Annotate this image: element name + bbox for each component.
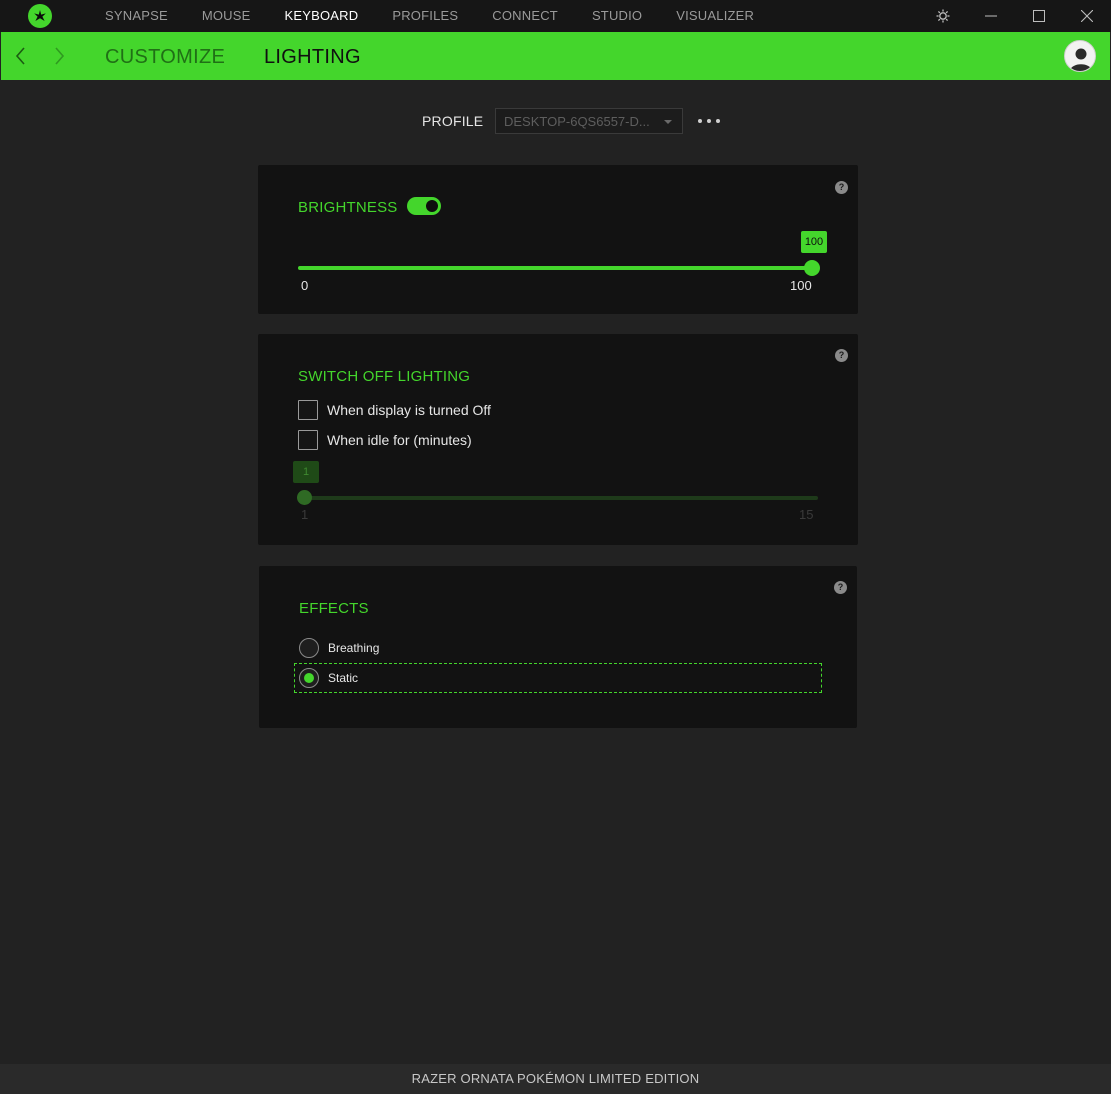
nav-mouse[interactable]: MOUSE (185, 0, 268, 32)
device-name-footer: RAZER ORNATA POKÉMON LIMITED EDITION (0, 1064, 1111, 1094)
settings-gear-icon[interactable] (919, 0, 967, 32)
profile-dropdown-value: DESKTOP-6QS6557-D... (504, 114, 650, 129)
idle-slider-thumb[interactable] (297, 490, 312, 505)
chevron-down-icon (664, 120, 672, 124)
breathing-label: Breathing (328, 641, 380, 655)
nav-studio[interactable]: STUDIO (575, 0, 659, 32)
sub-header: CUSTOMIZE LIGHTING (1, 32, 1110, 80)
display-off-checkbox-row[interactable]: When display is turned Off (298, 400, 491, 420)
more-options-icon[interactable] (698, 112, 720, 130)
effect-option-breathing[interactable]: Breathing (299, 634, 819, 662)
forward-arrow-icon[interactable] (47, 44, 71, 68)
help-icon[interactable]: ? (834, 581, 847, 594)
nav-profiles[interactable]: PROFILES (375, 0, 475, 32)
tab-customize[interactable]: CUSTOMIZE (105, 32, 225, 80)
top-nav: SYNAPSE MOUSE KEYBOARD PROFILES CONNECT … (88, 0, 771, 32)
brightness-value-tooltip: 100 (801, 231, 827, 253)
help-icon[interactable]: ? (835, 349, 848, 362)
static-radio[interactable] (299, 668, 319, 688)
idle-checkbox[interactable] (298, 430, 318, 450)
nav-keyboard[interactable]: KEYBOARD (268, 0, 376, 32)
effects-panel: ? EFFECTS Breathing Static (259, 566, 857, 728)
breathing-radio[interactable] (299, 638, 319, 658)
switch-off-lighting-panel: ? SWITCH OFF LIGHTING When display is tu… (258, 334, 858, 545)
brightness-slider-thumb[interactable] (804, 260, 820, 276)
window-controls (919, 0, 1111, 32)
nav-visualizer[interactable]: VISUALIZER (659, 0, 771, 32)
display-off-label: When display is turned Off (327, 402, 491, 418)
toggle-knob (426, 200, 438, 212)
close-icon[interactable] (1063, 0, 1111, 32)
nav-connect[interactable]: CONNECT (475, 0, 575, 32)
title-bar: SYNAPSE MOUSE KEYBOARD PROFILES CONNECT … (0, 0, 1111, 32)
minimize-icon[interactable] (967, 0, 1015, 32)
maximize-icon[interactable] (1015, 0, 1063, 32)
nav-synapse[interactable]: SYNAPSE (88, 0, 185, 32)
static-label: Static (328, 671, 359, 685)
brightness-panel: ? BRIGHTNESS 100 0 100 (258, 165, 858, 314)
idle-value-tooltip: 1 (293, 461, 319, 483)
tab-lighting[interactable]: LIGHTING (264, 32, 361, 80)
back-arrow-icon[interactable] (9, 44, 33, 68)
idle-slider-track[interactable] (298, 496, 818, 500)
idle-label: When idle for (minutes) (327, 432, 472, 448)
profile-dropdown[interactable]: DESKTOP-6QS6557-D... (495, 108, 683, 134)
brightness-title: BRIGHTNESS (298, 199, 398, 216)
brightness-max-label: 100 (790, 278, 812, 293)
help-icon[interactable]: ? (835, 181, 848, 194)
display-off-checkbox[interactable] (298, 400, 318, 420)
switch-off-title: SWITCH OFF LIGHTING (298, 368, 471, 385)
idle-min-label: 1 (301, 507, 309, 522)
user-avatar-icon[interactable] (1064, 40, 1096, 72)
brightness-slider-track[interactable] (298, 266, 812, 270)
idle-max-label: 15 (799, 507, 814, 522)
brightness-min-label: 0 (301, 278, 309, 293)
effect-option-static[interactable]: Static (294, 663, 822, 693)
idle-checkbox-row[interactable]: When idle for (minutes) (298, 430, 472, 450)
profile-label: PROFILE (422, 113, 484, 129)
razer-logo-icon[interactable] (28, 4, 52, 28)
effects-title: EFFECTS (299, 600, 369, 617)
brightness-toggle[interactable] (407, 197, 441, 215)
